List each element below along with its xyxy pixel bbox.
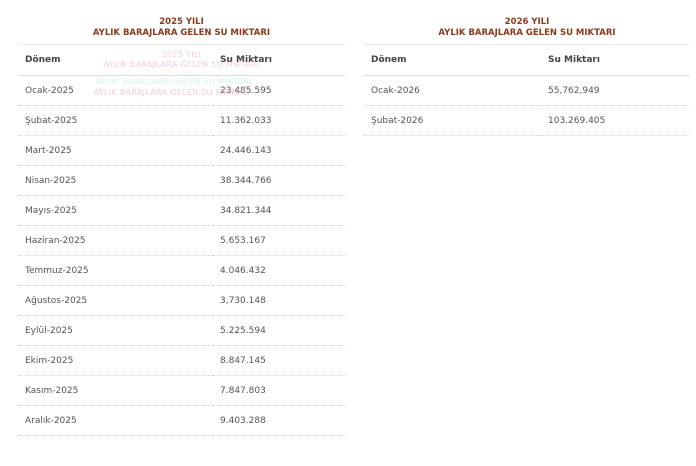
table-row: Eylül-2025 5.225.594 [18, 315, 345, 346]
panel-year-2025: 2025 YILI [159, 17, 204, 27]
row-amount: 23.485.595 [213, 75, 345, 106]
table-row: Şubat-2025 11.362.033 [18, 105, 345, 136]
table-header-row: Dönem Su Miktarı [364, 44, 690, 76]
panel-subtitle-2026: AYLIK BARAJLARA GELEN SU MIKTARI [438, 27, 616, 38]
row-period: Nisan-2025 [18, 165, 213, 196]
row-amount: 4.046.432 [213, 255, 345, 286]
row-period: Ocak-2026 [364, 75, 541, 106]
row-amount: 7.847.803 [213, 375, 345, 406]
table-row: Ocak-2025 23.485.595 [18, 75, 345, 106]
table-row: Ağustos-2025 3,730.148 [18, 285, 345, 316]
row-period: Ocak-2025 [18, 75, 213, 106]
row-amount: 38.344.766 [213, 165, 345, 196]
table-header-row: Dönem Su Miktarı [18, 44, 345, 76]
row-amount: 5.653.167 [213, 225, 345, 256]
column-header-period: Dönem [18, 44, 213, 76]
table-row: Şubat-2026 103.269.405 [364, 105, 690, 136]
column-header-amount: Su Miktarı [213, 44, 345, 76]
water-table-2025: Dönem Su Miktarı Ocak-2025 23.485.595 Şu… [18, 44, 345, 436]
row-amount: 34.821.344 [213, 195, 345, 226]
row-period: Şubat-2026 [364, 105, 541, 136]
table-row: Mayıs-2025 34.821.344 [18, 195, 345, 226]
row-period: Eylül-2025 [18, 315, 213, 346]
table-row: Ocak-2026 55,762,949 [364, 75, 690, 106]
table-row: Temmuz-2025 4.046.432 [18, 255, 345, 286]
row-period: Mayıs-2025 [18, 195, 213, 226]
row-amount: 103.269.405 [541, 105, 690, 136]
row-period: Ağustos-2025 [18, 285, 213, 316]
column-header-period: Dönem [364, 44, 541, 76]
panel-2026: 2026 YILI AYLIK BARAJLARA GELEN SU MIKTA… [364, 14, 690, 136]
row-period: Ekim-2025 [18, 345, 213, 376]
water-table-2026: Dönem Su Miktarı Ocak-2026 55,762,949 Şu… [364, 44, 690, 136]
table-row: Kasım-2025 7.847.803 [18, 375, 345, 406]
table-row: Aralık-2025 9.403.288 [18, 405, 345, 436]
panel-subtitle-2025: AYLIK BARAJLARA GELEN SU MIKTARI [92, 27, 271, 38]
panel-title-2026: 2026 YILI AYLIK BARAJLARA GELEN SU MIKTA… [364, 14, 690, 44]
table-row: Haziran-2025 5.653.167 [18, 225, 345, 256]
row-period: Mart-2025 [18, 135, 213, 166]
row-amount: 55,762,949 [541, 75, 690, 106]
row-period: Aralık-2025 [18, 405, 213, 436]
panel-2025: 2025 YILI AYLIK BARAJLARA GELEN SU MIKTA… [18, 14, 345, 436]
row-period: Kasım-2025 [18, 375, 213, 406]
row-amount: 5.225.594 [213, 315, 345, 346]
table-row: Nisan-2025 38.344.766 [18, 165, 345, 196]
row-period: Şubat-2025 [18, 105, 213, 136]
column-header-amount: Su Miktarı [541, 44, 690, 76]
table-row: Mart-2025 24.446.143 [18, 135, 345, 166]
panel-year-2026: 2026 YILI [504, 17, 550, 27]
panel-title-2025: 2025 YILI AYLIK BARAJLARA GELEN SU MIKTA… [18, 14, 345, 44]
row-amount: 24.446.143 [213, 135, 345, 166]
row-period: Temmuz-2025 [18, 255, 213, 286]
table-row: Ekim-2025 8.847.145 [18, 345, 345, 376]
row-amount: 11.362.033 [213, 105, 345, 136]
row-period: Haziran-2025 [18, 225, 213, 256]
row-amount: 8.847.145 [213, 345, 345, 376]
row-amount: 9.403.288 [213, 405, 345, 436]
row-amount: 3,730.148 [213, 285, 345, 316]
